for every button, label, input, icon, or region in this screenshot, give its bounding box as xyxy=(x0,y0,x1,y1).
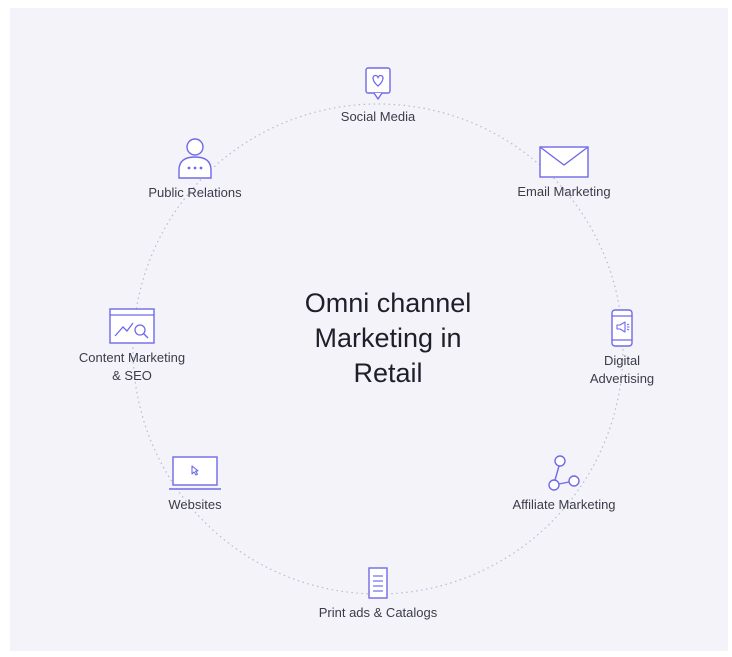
node-email-marketing: Email Marketing xyxy=(474,145,654,201)
node-label-line-1: Content Marketing xyxy=(78,350,186,365)
node-label: Social Media xyxy=(340,109,416,124)
node-websites: Websites xyxy=(105,454,285,514)
phone-megaphone-icon xyxy=(611,309,633,347)
node-print-ads: Print ads & Catalogs xyxy=(288,566,468,622)
center-title: Omni channel Marketing in Retail xyxy=(238,286,538,391)
node-label: Print ads & Catalogs xyxy=(318,605,438,620)
document-icon xyxy=(368,567,388,599)
node-label-line-2: & SEO xyxy=(112,368,152,383)
node-label: Public Relations xyxy=(148,185,242,200)
node-label-line-1: Digital xyxy=(603,353,641,368)
center-title-line-1: Omni channel xyxy=(304,288,472,318)
chat-heart-icon xyxy=(365,67,391,100)
node-label: Websites xyxy=(168,497,222,512)
laptop-cursor-icon xyxy=(169,456,221,490)
node-content-marketing: Content Marketing & SEO xyxy=(42,307,222,385)
chart-search-icon xyxy=(109,308,155,344)
node-label-line-2: Advertising xyxy=(589,371,655,386)
envelope-icon xyxy=(539,146,589,178)
node-public-relations: Public Relations xyxy=(105,136,285,202)
node-label: Affiliate Marketing xyxy=(512,497,616,512)
center-title-line-2: Marketing in xyxy=(314,323,462,353)
diagram-canvas: Omni channel Marketing in Retail Social … xyxy=(10,8,728,651)
network-nodes-icon xyxy=(548,455,580,491)
node-digital-advertising: Digital Advertising xyxy=(532,308,712,388)
user-chat-icon xyxy=(178,138,212,179)
node-label: Email Marketing xyxy=(517,184,611,199)
center-title-line-3: Retail xyxy=(353,358,423,388)
node-affiliate-marketing: Affiliate Marketing xyxy=(474,454,654,514)
node-social-media: Social Media xyxy=(288,66,468,126)
